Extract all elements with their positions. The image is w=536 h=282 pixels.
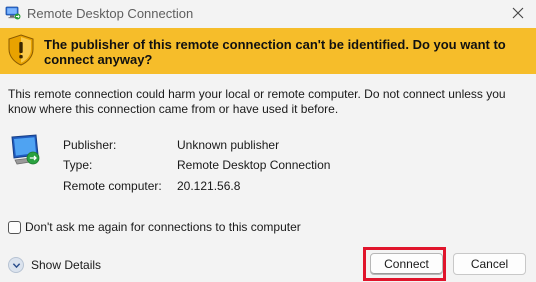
close-button[interactable] <box>506 2 530 24</box>
warning-text: This remote connection could harm your l… <box>8 87 506 116</box>
title-bar: Remote Desktop Connection <box>0 0 536 28</box>
remote-computer-label: Remote computer: <box>63 179 162 193</box>
type-row: Type: Remote Desktop Connection <box>0 158 536 174</box>
window-title: Remote Desktop Connection <box>27 6 194 21</box>
type-label: Type: <box>63 158 93 172</box>
connect-highlight-box <box>363 247 446 281</box>
publisher-row: Publisher: Unknown publisher <box>0 138 536 154</box>
publisher-value: Unknown publisher <box>177 138 280 152</box>
shield-warning-icon <box>8 34 34 66</box>
dont-ask-again-option[interactable]: Don't ask me again for connections to th… <box>8 219 301 235</box>
type-value: Remote Desktop Connection <box>177 158 331 172</box>
remote-computer-row: Remote computer: 20.121.56.8 <box>0 179 536 195</box>
remote-desktop-icon <box>5 5 21 21</box>
publisher-label: Publisher: <box>63 138 117 152</box>
remote-computer-value: 20.121.56.8 <box>177 179 241 193</box>
banner-message: The publisher of this remote connection … <box>44 37 506 67</box>
chevron-down-icon[interactable] <box>8 257 24 273</box>
remote-desktop-dialog: Remote Desktop Connection The publisher … <box>0 0 536 282</box>
show-details-label[interactable]: Show Details <box>31 258 101 272</box>
cancel-button[interactable]: Cancel <box>453 253 526 275</box>
dont-ask-again-checkbox[interactable] <box>8 220 21 234</box>
close-icon <box>512 7 524 19</box>
show-details-toggle[interactable]: Show Details <box>8 256 101 274</box>
dont-ask-again-label[interactable]: Don't ask me again for connections to th… <box>25 220 301 234</box>
warning-banner: The publisher of this remote connection … <box>0 28 536 74</box>
